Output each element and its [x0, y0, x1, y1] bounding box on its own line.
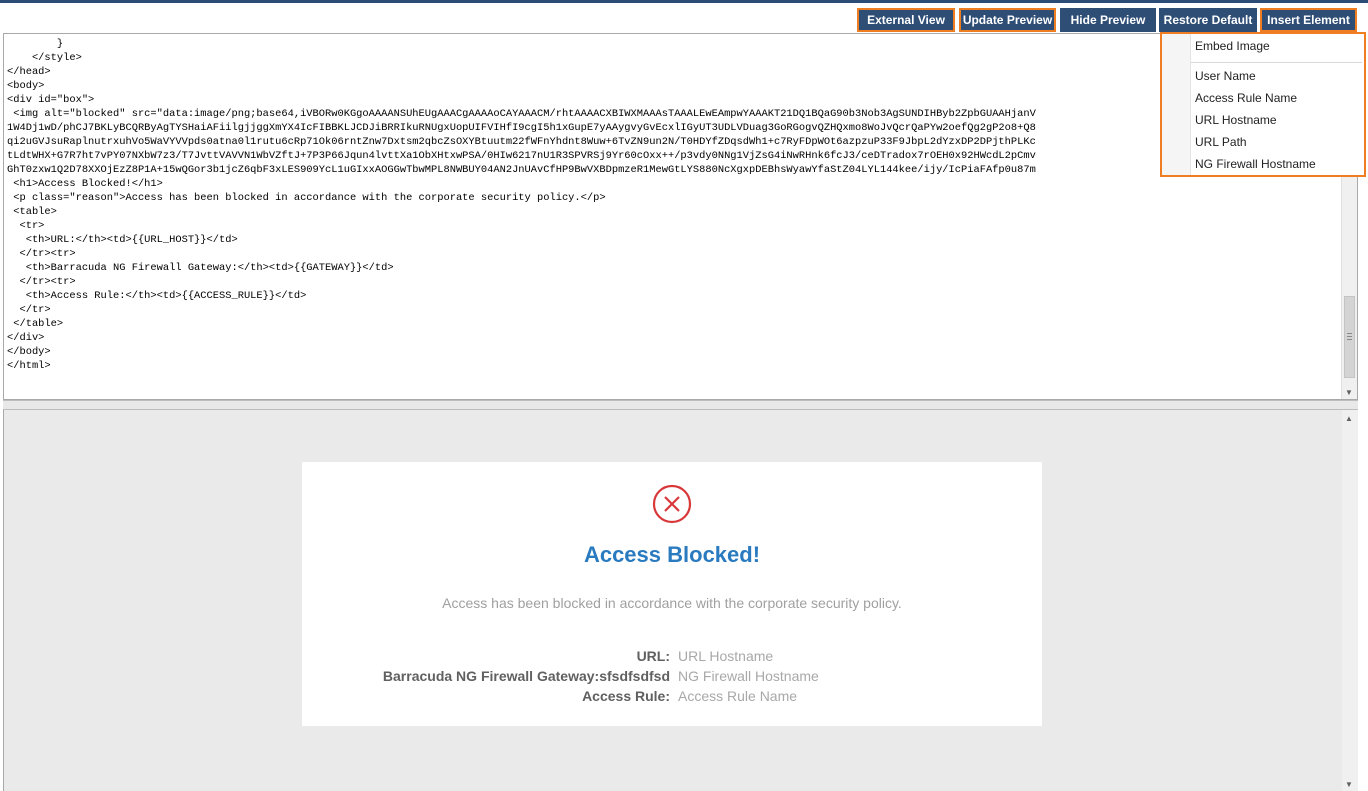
- restore-default-button[interactable]: Restore Default: [1159, 8, 1257, 32]
- preview-pane: ▲ ▼ Access Blocked! Access has been bloc…: [3, 410, 1358, 791]
- preview-scrollbar[interactable]: ▲ ▼: [1342, 410, 1358, 791]
- page-title: Access Blocked!: [583, 542, 761, 567]
- row-label: URL:: [636, 648, 670, 664]
- editor-scrollbar-thumb[interactable]: [1344, 296, 1355, 378]
- menu-item-embed-image[interactable]: Embed Image: [1195, 39, 1270, 53]
- reason-text: Access has been blocked in accordance wi…: [442, 595, 902, 611]
- info-row-gateway: Barracuda NG Firewall Gateway:sfsdfsdfsd…: [302, 668, 1042, 688]
- insert-element-menu: Embed Image User Name Access Rule Name U…: [1160, 32, 1366, 177]
- menu-separator: [1191, 62, 1362, 63]
- menu-item-url-path[interactable]: URL Path: [1195, 135, 1247, 149]
- menu-item-url-hostname[interactable]: URL Hostname: [1195, 113, 1277, 127]
- blocked-page-card: Access Blocked! Access has been blocked …: [302, 462, 1042, 726]
- info-row-url: URL: URL Hostname: [302, 648, 1042, 668]
- row-label: Barracuda NG Firewall Gateway:sfsdfsdfsd: [382, 668, 670, 684]
- html-code-editor[interactable]: } </style> </head> <body> <div id="box">…: [3, 33, 1358, 400]
- preview-scroll-up-arrow-icon[interactable]: ▲: [1345, 414, 1353, 423]
- insert-element-button[interactable]: Insert Element: [1260, 8, 1357, 32]
- menu-item-ng-firewall-hostname[interactable]: NG Firewall Hostname: [1195, 157, 1316, 171]
- preview-scroll-down-arrow-icon[interactable]: ▼: [1345, 780, 1353, 789]
- external-view-button[interactable]: External View: [857, 8, 955, 32]
- menu-item-access-rule-name[interactable]: Access Rule Name: [1195, 91, 1297, 105]
- scroll-down-arrow-icon[interactable]: ▼: [1345, 388, 1353, 397]
- menu-icon-gutter: [1162, 34, 1191, 175]
- hide-preview-button[interactable]: Hide Preview: [1060, 8, 1156, 32]
- row-value: Access Rule Name: [678, 688, 798, 704]
- editor-preview-splitter[interactable]: [3, 400, 1358, 410]
- code-text[interactable]: } </style> </head> <body> <div id="box">…: [7, 37, 1342, 373]
- info-row-access-rule: Access Rule: Access Rule Name: [302, 688, 1042, 708]
- row-label: Access Rule:: [582, 688, 670, 704]
- row-value: NG Firewall Hostname: [678, 668, 819, 684]
- menu-item-user-name[interactable]: User Name: [1195, 69, 1256, 83]
- update-preview-button[interactable]: Update Preview: [959, 8, 1056, 32]
- row-value: URL Hostname: [678, 648, 774, 664]
- x-circle-icon: [652, 484, 692, 524]
- window-top-border: [0, 0, 1368, 3]
